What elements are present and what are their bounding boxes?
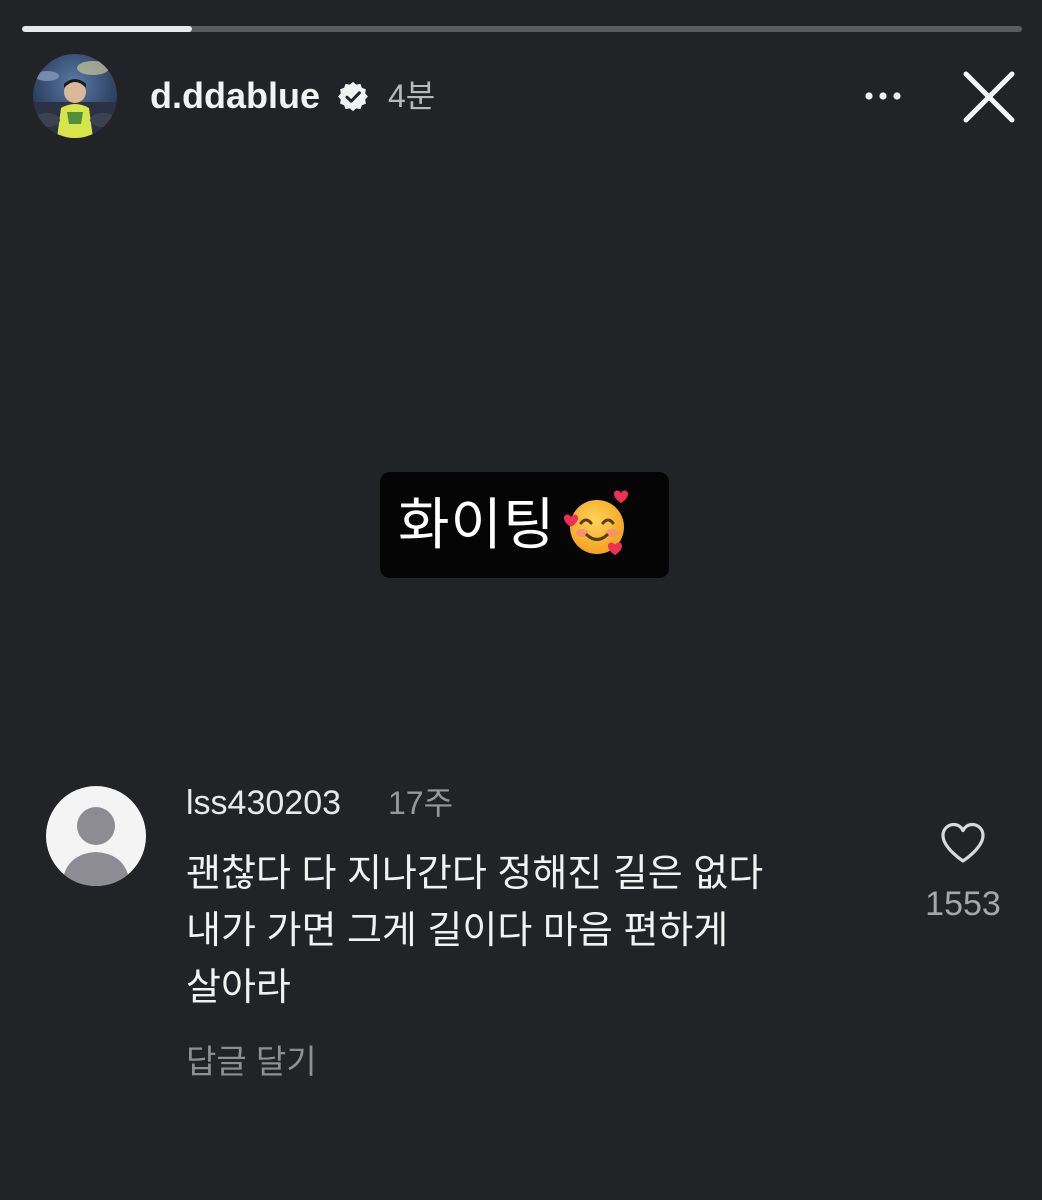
verified-badge-icon bbox=[338, 82, 368, 112]
story-viewer: d.ddablue 4분 화이팅 lss430203 17주 괜찮다 다 지나간… bbox=[0, 0, 1042, 1200]
story-progress-fill bbox=[22, 26, 192, 32]
text-sticker: 화이팅 bbox=[380, 472, 669, 578]
sticker-text: 화이팅 bbox=[398, 493, 556, 556]
commenter-avatar[interactable] bbox=[46, 786, 146, 886]
comment-text: 괜찮다 다 지나간다 정해진 길은 없다 내가 가면 그게 길이다 마음 편하게… bbox=[186, 846, 886, 1017]
account-username[interactable]: d.ddablue bbox=[150, 74, 320, 118]
more-options-icon[interactable] bbox=[856, 80, 910, 112]
default-avatar-icon bbox=[46, 786, 146, 886]
comment-line: 괜찮다 다 지나간다 정해진 길은 없다 bbox=[186, 853, 764, 895]
heart-icon[interactable] bbox=[940, 822, 986, 864]
story-progress-bar bbox=[22, 26, 1022, 32]
story-header: d.ddablue 4분 bbox=[0, 50, 1042, 142]
comment-line: 내가 가면 그게 길이다 마음 편하게 bbox=[186, 910, 729, 952]
close-icon[interactable] bbox=[960, 68, 1018, 126]
account-avatar[interactable] bbox=[33, 54, 117, 138]
comment-time: 17주 bbox=[388, 785, 454, 821]
profile-photo-icon bbox=[33, 54, 117, 138]
post-time: 4분 bbox=[388, 78, 436, 114]
comment-line: 살아라 bbox=[186, 967, 291, 1009]
reply-button[interactable]: 답글 달기 bbox=[186, 1040, 317, 1084]
comment-username[interactable]: lss430203 bbox=[186, 783, 341, 823]
like-count: 1553 bbox=[925, 885, 1001, 923]
smiling-face-with-hearts-icon bbox=[563, 490, 628, 555]
